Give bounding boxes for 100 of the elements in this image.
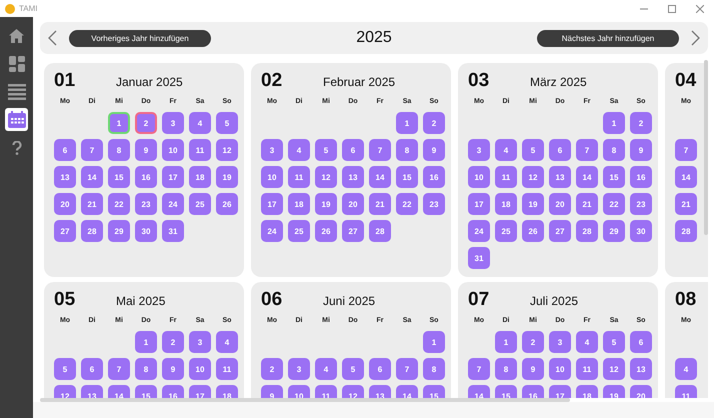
day-cell[interactable]: 9 bbox=[162, 358, 184, 380]
day-cell[interactable]: 6 bbox=[549, 139, 571, 161]
day-cell[interactable]: 6 bbox=[81, 358, 103, 380]
day-cell[interactable]: 5 bbox=[342, 358, 364, 380]
day-cell[interactable]: 18 bbox=[189, 166, 211, 188]
day-cell[interactable]: 17 bbox=[261, 193, 283, 215]
day-cell[interactable]: 22 bbox=[603, 193, 625, 215]
day-cell[interactable]: 29 bbox=[108, 220, 130, 242]
day-cell[interactable]: 7 bbox=[369, 139, 391, 161]
day-cell[interactable]: 4 bbox=[495, 139, 517, 161]
day-cell[interactable]: 11 bbox=[288, 166, 310, 188]
day-cell[interactable]: 10 bbox=[261, 166, 283, 188]
day-cell[interactable]: 13 bbox=[342, 166, 364, 188]
day-cell[interactable]: 25 bbox=[495, 220, 517, 242]
day-cell[interactable]: 6 bbox=[630, 331, 652, 353]
day-cell[interactable]: 1 bbox=[396, 112, 418, 134]
day-cell[interactable]: 1 bbox=[135, 331, 157, 353]
day-cell[interactable]: 23 bbox=[135, 193, 157, 215]
day-cell[interactable]: 28 bbox=[675, 220, 697, 242]
day-cell[interactable]: 20 bbox=[54, 193, 76, 215]
day-cell[interactable]: 23 bbox=[630, 193, 652, 215]
day-cell[interactable]: 18 bbox=[288, 193, 310, 215]
day-cell[interactable]: 14 bbox=[675, 166, 697, 188]
day-cell[interactable]: 25 bbox=[288, 220, 310, 242]
day-cell[interactable]: 8 bbox=[108, 139, 130, 161]
day-cell[interactable]: 10 bbox=[162, 139, 184, 161]
day-cell[interactable]: 3 bbox=[162, 112, 184, 134]
day-cell[interactable]: 30 bbox=[630, 220, 652, 242]
day-cell[interactable]: 2 bbox=[135, 112, 157, 134]
day-cell[interactable]: 10 bbox=[549, 358, 571, 380]
day-cell[interactable]: 12 bbox=[522, 166, 544, 188]
day-cell[interactable]: 21 bbox=[81, 193, 103, 215]
day-cell[interactable]: 14 bbox=[576, 166, 598, 188]
day-cell[interactable]: 16 bbox=[135, 166, 157, 188]
day-cell[interactable]: 7 bbox=[675, 139, 697, 161]
day-cell[interactable]: 27 bbox=[54, 220, 76, 242]
day-cell[interactable]: 4 bbox=[576, 331, 598, 353]
day-cell[interactable]: 26 bbox=[315, 220, 337, 242]
day-cell[interactable]: 8 bbox=[396, 139, 418, 161]
day-cell[interactable]: 17 bbox=[162, 166, 184, 188]
day-cell[interactable]: 28 bbox=[369, 220, 391, 242]
day-cell[interactable]: 8 bbox=[423, 358, 445, 380]
close-icon[interactable] bbox=[696, 4, 704, 12]
day-cell[interactable]: 8 bbox=[135, 358, 157, 380]
day-cell[interactable]: 24 bbox=[261, 220, 283, 242]
day-cell[interactable]: 31 bbox=[162, 220, 184, 242]
day-cell[interactable]: 1 bbox=[108, 112, 130, 134]
next-year-button[interactable]: Nächstes Jahr hinzufügen bbox=[537, 30, 679, 46]
day-cell[interactable]: 23 bbox=[423, 193, 445, 215]
day-cell[interactable]: 29 bbox=[603, 220, 625, 242]
day-cell[interactable]: 28 bbox=[576, 220, 598, 242]
sidebar-item[interactable] bbox=[5, 108, 28, 131]
day-cell[interactable]: 4 bbox=[315, 358, 337, 380]
day-cell[interactable]: 20 bbox=[549, 193, 571, 215]
day-cell[interactable]: 2 bbox=[522, 331, 544, 353]
day-cell[interactable]: 19 bbox=[315, 193, 337, 215]
day-cell[interactable]: 22 bbox=[396, 193, 418, 215]
day-cell[interactable]: 6 bbox=[54, 139, 76, 161]
day-cell[interactable]: 11 bbox=[576, 358, 598, 380]
day-cell[interactable]: 30 bbox=[135, 220, 157, 242]
day-cell[interactable]: 13 bbox=[630, 358, 652, 380]
day-cell[interactable]: 5 bbox=[603, 331, 625, 353]
day-cell[interactable]: 3 bbox=[189, 331, 211, 353]
day-cell[interactable]: 1 bbox=[423, 331, 445, 353]
day-cell[interactable]: 26 bbox=[522, 220, 544, 242]
day-cell[interactable]: 6 bbox=[342, 139, 364, 161]
day-cell[interactable]: 2 bbox=[261, 358, 283, 380]
day-cell[interactable]: 27 bbox=[549, 220, 571, 242]
day-cell[interactable]: 31 bbox=[468, 247, 490, 269]
day-cell[interactable]: 14 bbox=[369, 166, 391, 188]
day-cell[interactable]: 28 bbox=[81, 220, 103, 242]
day-cell[interactable]: 18 bbox=[495, 193, 517, 215]
day-cell[interactable]: 2 bbox=[162, 331, 184, 353]
day-cell[interactable]: 9 bbox=[423, 139, 445, 161]
day-cell[interactable]: 4 bbox=[189, 112, 211, 134]
day-cell[interactable]: 1 bbox=[495, 331, 517, 353]
day-cell[interactable]: 4 bbox=[675, 358, 697, 380]
day-cell[interactable]: 8 bbox=[603, 139, 625, 161]
day-cell[interactable]: 11 bbox=[495, 166, 517, 188]
day-cell[interactable]: 7 bbox=[396, 358, 418, 380]
day-cell[interactable]: 3 bbox=[549, 331, 571, 353]
day-cell[interactable]: 3 bbox=[468, 139, 490, 161]
day-cell[interactable]: 7 bbox=[576, 139, 598, 161]
day-cell[interactable]: 10 bbox=[468, 166, 490, 188]
day-cell[interactable]: 5 bbox=[522, 139, 544, 161]
day-cell[interactable]: 14 bbox=[81, 166, 103, 188]
day-cell[interactable]: 4 bbox=[216, 331, 238, 353]
day-cell[interactable]: 12 bbox=[216, 139, 238, 161]
day-cell[interactable]: 20 bbox=[342, 193, 364, 215]
scrollbar[interactable] bbox=[40, 398, 570, 402]
day-cell[interactable]: 2 bbox=[423, 112, 445, 134]
day-cell[interactable]: 15 bbox=[396, 166, 418, 188]
day-cell[interactable]: 9 bbox=[630, 139, 652, 161]
day-cell[interactable]: 5 bbox=[54, 358, 76, 380]
day-cell[interactable]: 7 bbox=[468, 358, 490, 380]
day-cell[interactable]: 11 bbox=[189, 139, 211, 161]
day-cell[interactable]: 2 bbox=[630, 112, 652, 134]
day-cell[interactable]: 5 bbox=[315, 139, 337, 161]
day-cell[interactable]: 19 bbox=[522, 193, 544, 215]
day-cell[interactable]: 16 bbox=[630, 166, 652, 188]
